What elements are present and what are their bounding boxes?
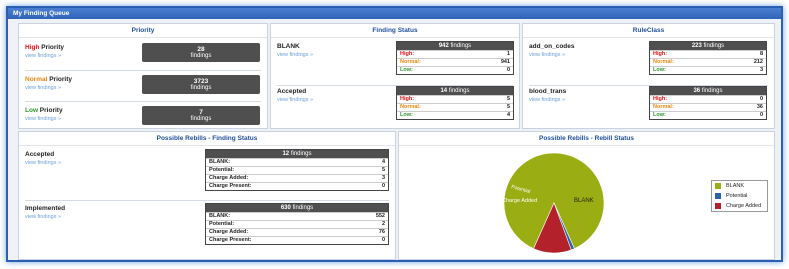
normal-count-row: Normal: 212 (650, 58, 766, 66)
low-count-row: Low: 0 (397, 66, 513, 74)
normal-count-row: Normal: 941 (397, 58, 513, 66)
legend-item-potential: Potential (712, 191, 767, 201)
rebill-status-chart-title: Possible Rebills - Rebill Status (399, 132, 774, 146)
priority-normal-row: Normal Priority view findings » 3723 find… (19, 73, 267, 97)
priority-high-count-badge[interactable]: 28 findings (142, 43, 260, 62)
charge-added-count-row: Charge Added: 3 (206, 174, 388, 182)
rebills-breakdown: 630 findings BLANK: 552 Potential: 2 Charg… (205, 203, 389, 245)
view-findings-link[interactable]: view findings » (25, 160, 61, 166)
divider (25, 200, 389, 201)
normal-count-row: Normal: 36 (650, 103, 766, 111)
blank-count-row: BLANK: 4 (206, 158, 388, 166)
divider (25, 101, 261, 102)
finding-queue-window: My Finding Queue Priority High Priority … (6, 6, 783, 262)
high-count-row: High: 0 (650, 95, 766, 103)
rebills-item-name: Accepted (25, 151, 55, 158)
priority-panel: Priority High Priority view findings » 2… (18, 23, 268, 129)
legend-item-blank: BLANK (712, 181, 767, 191)
finding-status-breakdown: 14 findings High: 5 Normal: 5 Low: 4 (396, 86, 514, 120)
rebills-total[interactable]: 12 findings (206, 150, 388, 158)
finding-status-panel: Finding Status BLANK view findings » 942… (270, 23, 520, 129)
finding-status-item: Accepted view findings » 14 findings Hig… (271, 86, 519, 126)
rebills-finding-status-panel: Possible Rebills - Finding Status Accept… (18, 131, 396, 260)
rule-class-breakdown: 36 findings High: 0 Normal: 36 Low: 0 (649, 86, 767, 120)
charge-added-count-row: Charge Added: 76 (206, 228, 388, 236)
blank-count-row: BLANK: 552 (206, 212, 388, 220)
view-findings-link[interactable]: view findings » (25, 53, 61, 59)
high-count-row: High: 5 (397, 95, 513, 103)
rebill-status-pie-chart: BLANK Charge Added Potential (502, 152, 605, 254)
potential-count-row: Potential: 5 (206, 166, 388, 174)
legend-swatch (715, 193, 721, 199)
rule-class-total[interactable]: 36 findings (650, 87, 766, 95)
priority-normal-label: Normal Priority (25, 76, 72, 83)
finding-status-name: BLANK (277, 43, 300, 50)
pie-label-blank: BLANK (574, 198, 594, 204)
legend-item-charge-added: Charge Added (712, 201, 767, 211)
view-findings-link[interactable]: view findings » (277, 97, 313, 103)
rebills-item-name: Implemented (25, 205, 66, 212)
rule-class-item: add_on_codes view findings » 223 finding… (523, 41, 774, 81)
rebills-item: Implemented view findings » 630 findings… (19, 203, 395, 251)
charge-present-count-row: Charge Present: 0 (206, 236, 388, 244)
finding-status-title: Finding Status (271, 24, 519, 38)
chart-legend: BLANK Potential Charge Added (711, 180, 768, 212)
view-findings-link[interactable]: view findings » (529, 97, 565, 103)
high-count-row: High: 8 (650, 50, 766, 58)
finding-status-name: Accepted (277, 88, 307, 95)
low-count-row: Low: 4 (397, 111, 513, 119)
rebill-status-chart-panel: Possible Rebills - Rebill Status BLANK C… (398, 131, 775, 260)
low-count-row: Low: 0 (650, 111, 766, 119)
rebills-item: Accepted view findings » 12 findings BLA… (19, 149, 395, 197)
rule-class-panel: RuleClass add_on_codes view findings » 2… (522, 23, 775, 129)
priority-low-row: Low Priority view findings » 7 findings (19, 104, 267, 128)
view-findings-link[interactable]: view findings » (25, 85, 61, 91)
rebills-breakdown: 12 findings BLANK: 4 Potential: 5 Charge A… (205, 149, 389, 191)
potential-count-row: Potential: 2 (206, 220, 388, 228)
normal-count-row: Normal: 5 (397, 103, 513, 111)
legend-swatch (715, 183, 721, 189)
rebills-finding-status-title: Possible Rebills - Finding Status (19, 132, 395, 146)
finding-status-total[interactable]: 14 findings (397, 87, 513, 95)
priority-high-label: High Priority (25, 44, 65, 51)
view-findings-link[interactable]: view findings » (529, 52, 565, 58)
legend-swatch (715, 203, 721, 209)
priority-title: Priority (19, 24, 267, 38)
rule-class-item: blood_trans view findings » 36 findings … (523, 86, 774, 126)
view-findings-link[interactable]: view findings » (277, 52, 313, 58)
priority-low-label: Low Priority (25, 107, 63, 114)
view-findings-link[interactable]: view findings » (25, 214, 61, 220)
rebills-total[interactable]: 630 findings (206, 204, 388, 212)
priority-normal-count-badge[interactable]: 3723 findings (142, 75, 260, 94)
finding-status-breakdown: 942 findings High: 1 Normal: 941 Low: 0 (396, 41, 514, 75)
rule-class-breakdown: 223 findings High: 8 Normal: 212 Low: 3 (649, 41, 767, 75)
finding-status-total[interactable]: 942 findings (397, 42, 513, 50)
window-title: My Finding Queue (8, 8, 781, 19)
rule-class-title: RuleClass (523, 24, 774, 38)
rule-class-name: blood_trans (529, 88, 567, 95)
priority-low-count-badge[interactable]: 7 findings (142, 106, 260, 125)
pie-label-charge-added: Charge Added (502, 198, 537, 204)
charge-present-count-row: Charge Present: 0 (206, 182, 388, 190)
divider (25, 70, 261, 71)
priority-high-row: High Priority view findings » 28 findings (19, 41, 267, 65)
low-count-row: Low: 3 (650, 66, 766, 74)
high-count-row: High: 1 (397, 50, 513, 58)
view-findings-link[interactable]: view findings » (25, 116, 61, 122)
rule-class-total[interactable]: 223 findings (650, 42, 766, 50)
finding-status-item: BLANK view findings » 942 findings High:… (271, 41, 519, 81)
rule-class-name: add_on_codes (529, 43, 575, 50)
